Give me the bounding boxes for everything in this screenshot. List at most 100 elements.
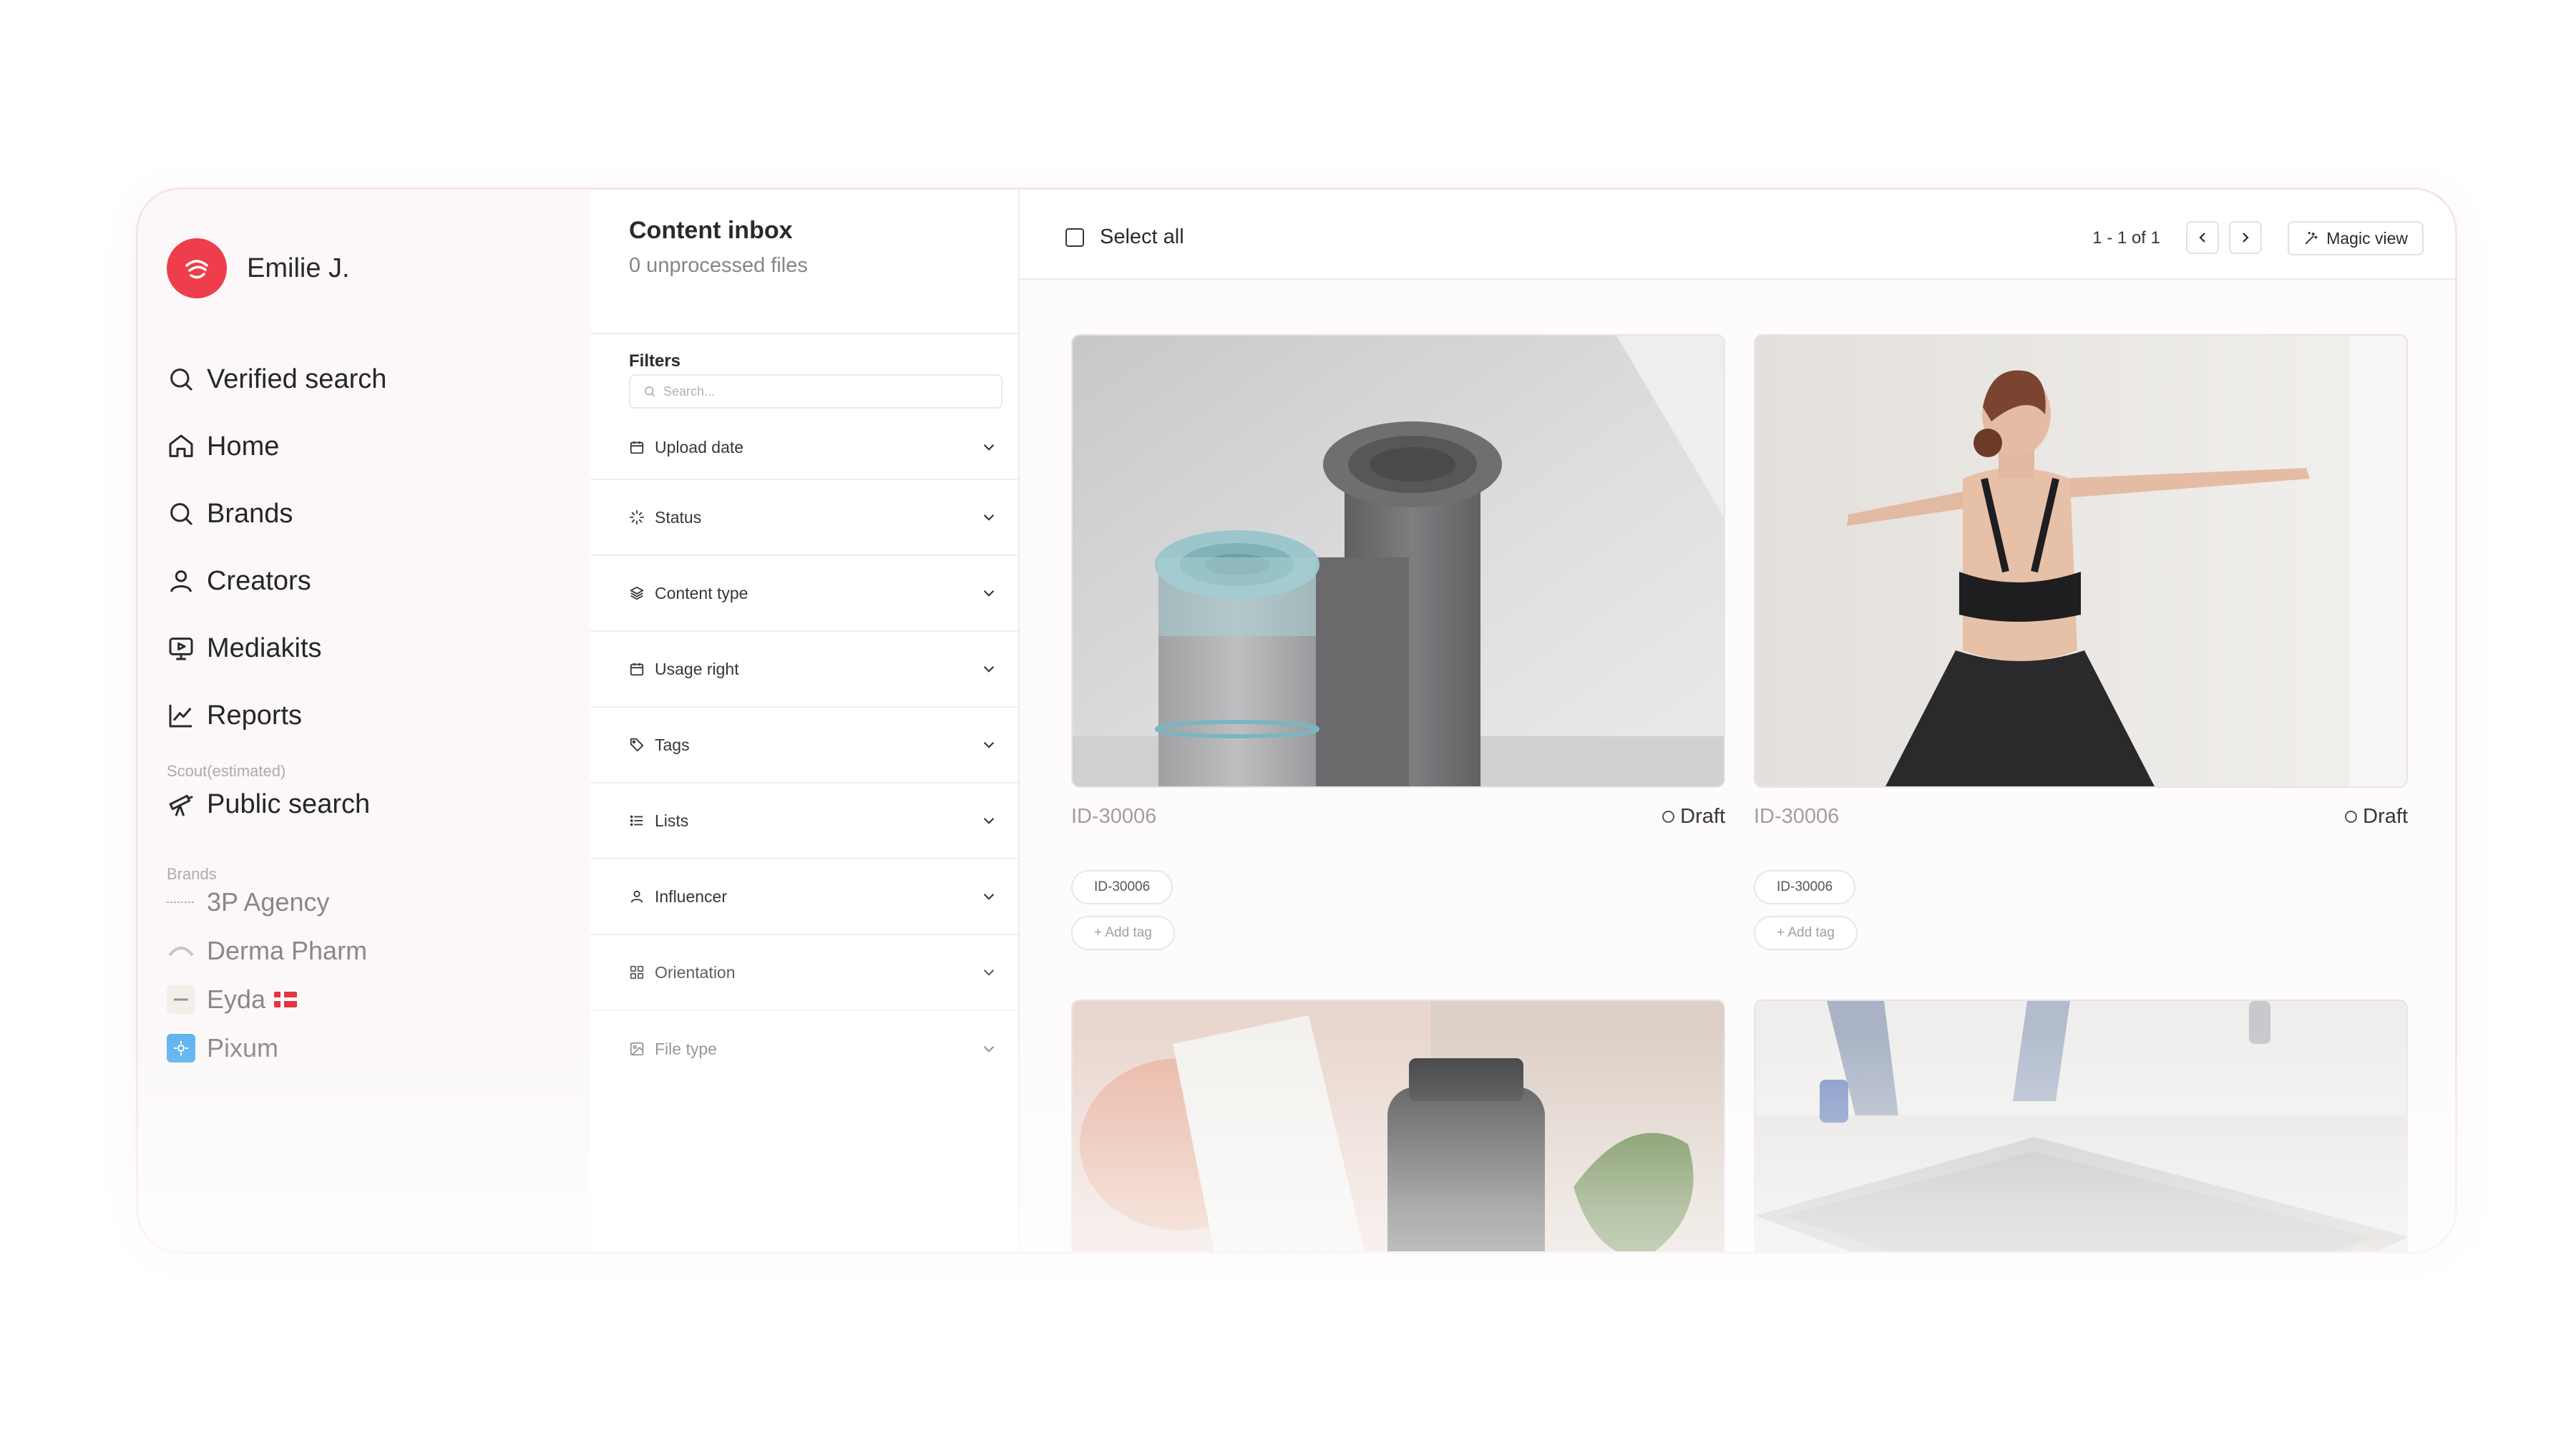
content-card[interactable] (1754, 1000, 2408, 1251)
nav-label: Creators (207, 565, 311, 596)
brand-label: Eyda (207, 985, 266, 1014)
chevron-down-icon (983, 514, 995, 521)
filter-lists[interactable]: Lists (590, 783, 1018, 859)
filter-usage-right[interactable]: Usage right (590, 632, 1018, 708)
user-icon (630, 890, 643, 903)
status-label: Draft (1680, 805, 1725, 828)
brand-logo-icon (167, 937, 195, 965)
filter-label: Content type (655, 583, 748, 602)
status-dot-icon (2345, 811, 2358, 823)
content-card[interactable]: ID-30006 Draft ID-30006 + Add tag (1071, 334, 1725, 950)
brand-item-derma-pharm[interactable]: Derma Pharm (167, 927, 367, 975)
nav-label: Brands (207, 498, 293, 529)
filter-label: Tags (655, 735, 690, 754)
mediakit-icon (169, 638, 193, 660)
magic-view-label: Magic view (2326, 228, 2408, 248)
nav-label: Public search (207, 788, 371, 819)
magic-view-button[interactable]: Magic view (2288, 221, 2424, 255)
user-icon (170, 570, 192, 592)
content-id: ID-30006 (1071, 805, 1157, 828)
brand-item-3p-agency[interactable]: 3P Agency (167, 878, 367, 927)
nav-item-reports[interactable]: Reports (167, 682, 386, 749)
brand-list: 3P Agency Derma Pharm Eyda Pixum (167, 878, 367, 1073)
content-card[interactable]: ID-30006 Draft ID-30006 + Add tag (1754, 334, 2408, 950)
filter-orientation[interactable]: Orientation (590, 935, 1018, 1011)
search-icon (170, 503, 193, 526)
nav-item-mediakits[interactable]: Mediakits (167, 615, 386, 682)
unprocessed-count: 0 unprocessed files (629, 254, 808, 277)
select-all-checkbox[interactable] (1065, 228, 1084, 247)
brand-logo-icon (167, 1034, 195, 1063)
filters-heading: Filters (629, 351, 681, 371)
chevron-down-icon (983, 741, 995, 748)
calendar-icon (630, 441, 644, 454)
magic-wand-icon (2305, 231, 2318, 245)
brand-label: Pixum (207, 1033, 279, 1063)
chevron-down-icon (983, 817, 995, 824)
brand-label: Derma Pharm (207, 936, 368, 965)
tag-pill[interactable]: ID-30006 (1754, 870, 1856, 904)
nav-item-home[interactable]: Home (167, 413, 386, 480)
chart-icon (169, 705, 192, 728)
filter-content-type[interactable]: Content type (590, 556, 1018, 632)
user-profile[interactable]: Emilie J. (167, 238, 350, 298)
status-dot-icon (1662, 811, 1675, 823)
denmark-flag-icon (274, 992, 298, 1007)
filter-tags[interactable]: Tags (590, 708, 1018, 783)
brand-logo-avatar (167, 238, 227, 298)
add-tag-button[interactable]: + Add tag (1071, 916, 1175, 950)
brand-label: 3P Agency (207, 887, 330, 917)
filter-panel: Content inbox 0 unprocessed files Filter… (590, 190, 1020, 1251)
status-badge: Draft (1662, 805, 1725, 829)
nav-item-verified-search[interactable]: Verified search (167, 346, 386, 413)
filter-label: Status (655, 507, 702, 527)
image-icon (630, 1042, 644, 1056)
brand-item-eyda[interactable]: Eyda (167, 975, 367, 1024)
tag-pill[interactable]: ID-30006 (1071, 870, 1174, 904)
nav-item-public-search[interactable]: Public search (167, 771, 370, 838)
nav-label: Verified search (207, 363, 387, 394)
brand-item-pixum[interactable]: Pixum (167, 1024, 367, 1073)
previous-page-button[interactable] (2186, 221, 2219, 254)
next-page-button[interactable] (2229, 221, 2262, 254)
content-thumbnail[interactable] (1071, 334, 1725, 788)
card-meta: ID-30006 Draft (1754, 805, 2408, 829)
select-all-label: Select all (1100, 225, 1184, 248)
content-card[interactable] (1071, 1000, 1725, 1251)
search-icon (645, 386, 655, 397)
brand-logo-icon (167, 888, 195, 917)
content-thumbnail[interactable] (1754, 1000, 2408, 1251)
nav-label: Reports (207, 700, 303, 731)
home-icon (169, 434, 193, 457)
content-toolbar: Select all 1 - 1 of 1 Magic view (1020, 190, 2455, 280)
tag-list: ID-30006 + Add tag (1071, 870, 1725, 950)
brand-logo-icon (167, 985, 195, 1014)
content-id: ID-30006 (1754, 805, 1840, 828)
tag-icon (630, 738, 644, 752)
filter-search-placeholder: Search... (663, 384, 716, 399)
search-icon (170, 368, 193, 391)
filter-label: Upload date (655, 437, 744, 456)
layers-icon (630, 586, 644, 600)
chevron-down-icon (983, 1045, 995, 1053)
content-thumbnail[interactable] (1071, 1000, 1725, 1251)
nav-label: Home (207, 431, 280, 461)
filter-file-type[interactable]: File type (590, 1011, 1018, 1087)
main-nav: Verified search Home Brands Creators Med… (167, 346, 386, 749)
content-thumbnail[interactable] (1754, 334, 2408, 788)
chevron-down-icon (983, 590, 995, 597)
sidebar: Emilie J. Verified search Home Brands Cr… (138, 190, 590, 1251)
user-name: Emilie J. (247, 253, 350, 283)
select-all-control[interactable]: Select all (1065, 225, 1184, 249)
card-meta: ID-30006 Draft (1071, 805, 1725, 829)
chevron-left-icon (2199, 233, 2205, 243)
filter-upload-date[interactable]: Upload date (590, 416, 1018, 480)
nav-item-brands[interactable]: Brands (167, 480, 386, 547)
nav-item-creators[interactable]: Creators (167, 547, 386, 615)
chevron-down-icon (983, 893, 995, 900)
filter-search-input[interactable]: Search... (629, 374, 1002, 409)
add-tag-button[interactable]: + Add tag (1754, 916, 1858, 950)
filter-influencer[interactable]: Influencer (590, 859, 1018, 935)
list-icon (630, 815, 643, 826)
filter-status[interactable]: Status (590, 480, 1018, 556)
